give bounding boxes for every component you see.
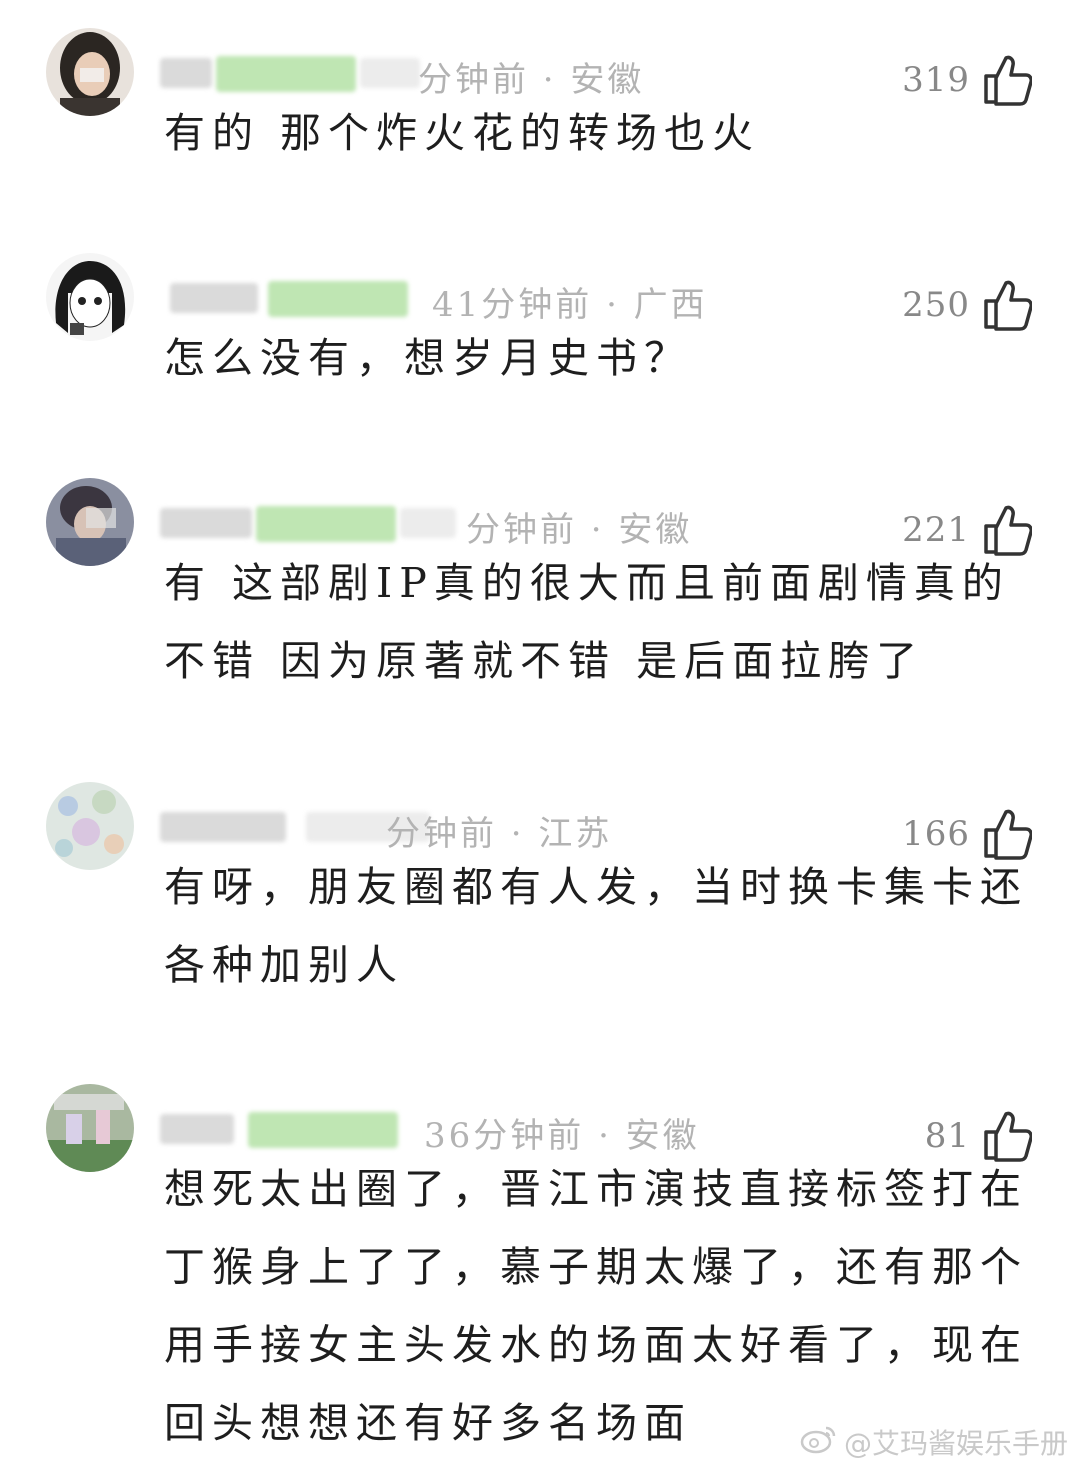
avatar[interactable] [46,28,134,116]
avatar[interactable] [46,478,134,566]
comment-item: 分钟前 · 安徽 319 有的 那个炸火花的转场也火 [0,28,1080,218]
comment-text: 有的 那个炸火花的转场也火 [164,109,761,157]
comment-meta: 36分钟前 · 安徽 [160,1106,720,1156]
avatar[interactable] [46,782,134,870]
comment-item: 分钟前 · 安徽 221 有 这部剧IP真的很大而且前面剧情真的不错 因为原著就… [0,478,1080,738]
comment-meta: 分钟前 · 安徽 [160,500,720,550]
comment-meta: 分钟前 · 江苏 [160,804,720,854]
comment-text: 有呀，朋友圈都有人发，当时换卡集卡还各种加别人 [164,863,1028,989]
avatar[interactable] [46,1084,134,1172]
comment-text: 想死太出圈了，晋江市演技直接标签打在丁猴身上了了，慕子期太爆了，还有那个用手接女… [164,1165,1028,1447]
watermark-text: @艾玛酱娱乐手册 [843,1427,1068,1460]
comment-item: 分钟前 · 江苏 166 有呀，朋友圈都有人发，当时换卡集卡还各种加别人 [0,782,1080,1042]
comment-text: 有 这部剧IP真的很大而且前面剧情真的不错 因为原著就不错 是后面拉胯了 [164,559,1010,685]
watermark: @艾玛酱娱乐手册 [800,1422,1068,1462]
comment-item: 36分钟前 · 安徽 81 想死太出圈了，晋江市演技直接标签打在丁猴身上了了，慕… [0,1084,1080,1466]
comment-meta: 41分钟前 · 广西 [160,275,720,325]
comment-item: 41分钟前 · 广西 250 怎么没有，想岁月史书？ [0,253,1080,443]
comment-text: 怎么没有，想岁月史书？ [164,334,692,382]
weibo-logo-icon [800,1424,844,1461]
avatar[interactable] [46,253,134,341]
comment-meta: 分钟前 · 安徽 [160,50,720,100]
